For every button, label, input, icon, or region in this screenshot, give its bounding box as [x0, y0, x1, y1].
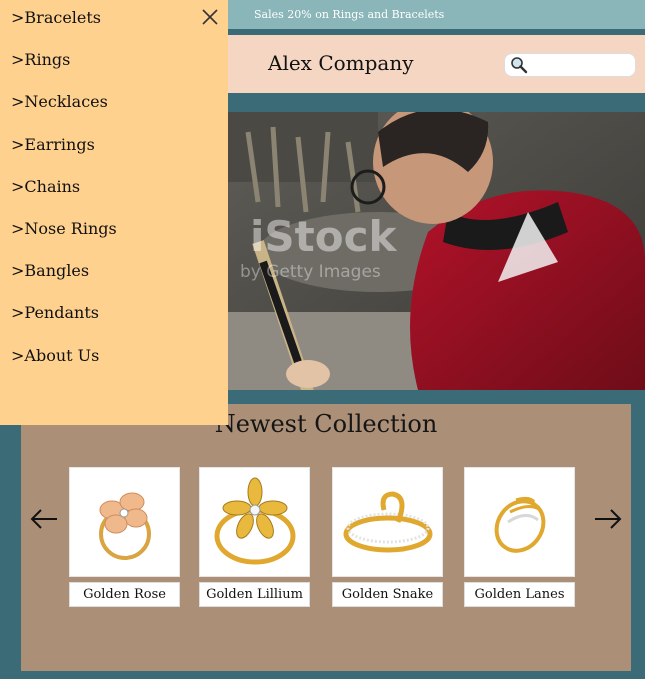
- nav-item-nose-rings[interactable]: >Nose Rings: [11, 219, 117, 261]
- nav-item-about-us[interactable]: >About Us: [11, 346, 117, 388]
- nav-item-necklaces[interactable]: >Necklaces: [11, 92, 117, 134]
- nav-item-pendants[interactable]: >Pendants: [11, 303, 117, 345]
- nav-item-bracelets[interactable]: >Bracelets: [11, 8, 117, 50]
- search-input[interactable]: [533, 56, 631, 74]
- product-name[interactable]: Golden Lanes: [464, 582, 575, 607]
- product-image[interactable]: [332, 467, 443, 577]
- hero-image: iStock by Getty Images: [228, 112, 645, 390]
- arrow-right-icon[interactable]: [593, 508, 623, 530]
- newest-collection: Newest Collection Golden Rose Golden Lil…: [21, 404, 631, 671]
- watermark-text: iStock: [250, 212, 397, 261]
- nav-item-earrings[interactable]: >Earrings: [11, 135, 117, 177]
- lily-ring-image: [214, 477, 295, 565]
- side-navigation: >Bracelets >Rings >Necklaces >Earrings >…: [0, 0, 228, 425]
- nav-item-rings[interactable]: >Rings: [11, 50, 117, 92]
- arrow-left-icon[interactable]: [29, 508, 59, 530]
- magnifier-icon[interactable]: [510, 56, 528, 74]
- product-card[interactable]: Golden Lanes: [464, 467, 575, 607]
- snake-ring-image: [343, 491, 432, 553]
- product-name[interactable]: Golden Rose: [69, 582, 180, 607]
- search-box[interactable]: [504, 53, 636, 77]
- product-card[interactable]: Golden Rose: [69, 467, 180, 607]
- product-card[interactable]: Golden Lillium: [199, 467, 310, 607]
- product-image[interactable]: [69, 467, 180, 577]
- flower-ring-image: [98, 492, 151, 560]
- nav-item-bangles[interactable]: >Bangles: [11, 261, 117, 303]
- product-image[interactable]: [464, 467, 575, 577]
- product-name[interactable]: Golden Lillium: [199, 582, 310, 607]
- close-icon[interactable]: [200, 7, 220, 27]
- product-image[interactable]: [199, 467, 310, 577]
- product-name[interactable]: Golden Snake: [332, 582, 443, 607]
- watermark-subtext: by Getty Images: [240, 262, 381, 282]
- product-card[interactable]: Golden Snake: [332, 467, 443, 607]
- promo-text: Sales 20% on Rings and Bracelets: [254, 8, 445, 21]
- lanes-ring-image: [494, 496, 545, 553]
- nav-item-chains[interactable]: >Chains: [11, 177, 117, 219]
- category-list: >Bracelets >Rings >Necklaces >Earrings >…: [11, 8, 117, 388]
- brand-name[interactable]: Alex Company: [268, 51, 414, 75]
